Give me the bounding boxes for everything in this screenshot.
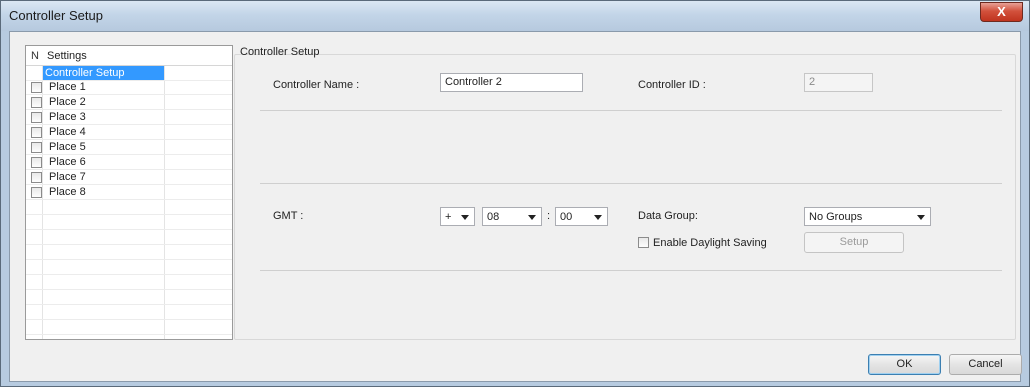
list-row-empty xyxy=(26,275,232,290)
divider xyxy=(260,183,1002,184)
close-icon: X xyxy=(997,4,1006,19)
place-checkbox[interactable] xyxy=(31,142,42,153)
place-checkbox[interactable] xyxy=(31,82,42,93)
list-item-place-8[interactable]: Place 8 xyxy=(26,185,232,200)
gmt-hours-select[interactable]: 08 xyxy=(482,207,542,226)
list-row-empty xyxy=(26,215,232,230)
dialog-client-area: N Settings Controller Setup Place 1 Plac… xyxy=(9,31,1022,382)
group-title: Controller Setup xyxy=(240,46,320,58)
list-item-controller-setup[interactable]: Controller Setup xyxy=(26,66,232,81)
data-group-value: No Groups xyxy=(809,211,863,223)
controller-setup-window: Controller Setup X N Settings Controller… xyxy=(0,0,1030,387)
data-group-select[interactable]: No Groups xyxy=(804,207,931,226)
daylight-saving-checkbox[interactable] xyxy=(638,237,649,248)
controller-setup-group xyxy=(234,54,1016,340)
divider xyxy=(260,110,1002,111)
controller-id-input: 2 xyxy=(804,73,873,92)
title-bar[interactable]: Controller Setup X xyxy=(1,1,1029,31)
place-checkbox[interactable] xyxy=(31,187,42,198)
list-item-place-2[interactable]: Place 2 xyxy=(26,95,232,110)
settings-list-body: Controller Setup Place 1 Place 2 Place 3… xyxy=(26,66,232,339)
gmt-colon: : xyxy=(547,210,551,222)
daylight-saving-label[interactable]: Enable Daylight Saving xyxy=(653,237,767,249)
chevron-down-icon xyxy=(528,215,536,220)
settings-list[interactable]: N Settings Controller Setup Place 1 Plac… xyxy=(25,45,233,340)
list-item-place-4[interactable]: Place 4 xyxy=(26,125,232,140)
cancel-button[interactable]: Cancel xyxy=(949,354,1022,375)
gmt-hours-value: 08 xyxy=(487,211,500,223)
list-item-label: Place 3 xyxy=(49,111,86,123)
list-item-label: Place 2 xyxy=(49,96,86,108)
data-group-label: Data Group: xyxy=(638,210,698,222)
list-row-empty xyxy=(26,290,232,305)
list-row-empty xyxy=(26,200,232,215)
place-checkbox[interactable] xyxy=(31,97,42,108)
controller-id-label: Controller ID : xyxy=(638,79,706,91)
list-item-place-6[interactable]: Place 6 xyxy=(26,155,232,170)
chevron-down-icon xyxy=(594,215,602,220)
list-item-label: Place 5 xyxy=(49,141,86,153)
list-row-empty xyxy=(26,245,232,260)
setup-button: Setup xyxy=(804,232,904,253)
place-checkbox[interactable] xyxy=(31,157,42,168)
list-row-empty xyxy=(26,320,232,335)
list-item-place-7[interactable]: Place 7 xyxy=(26,170,232,185)
list-item-label: Place 7 xyxy=(49,171,86,183)
list-item-place-1[interactable]: Place 1 xyxy=(26,80,232,95)
list-item-label: Place 8 xyxy=(49,186,86,198)
controller-name-label: Controller Name : xyxy=(273,79,360,91)
place-checkbox[interactable] xyxy=(31,172,42,183)
gmt-minutes-select[interactable]: 00 xyxy=(555,207,608,226)
gmt-sign-select[interactable]: + xyxy=(440,207,475,226)
gmt-minutes-value: 00 xyxy=(560,211,573,223)
list-item-label: Place 1 xyxy=(49,81,86,93)
column-marker: N xyxy=(31,50,39,62)
list-item-label: Place 6 xyxy=(49,156,86,168)
chevron-down-icon xyxy=(461,215,469,220)
place-checkbox[interactable] xyxy=(31,127,42,138)
list-row-empty xyxy=(26,260,232,275)
list-item-label: Place 4 xyxy=(49,126,86,138)
settings-column-header[interactable]: Settings xyxy=(47,50,87,62)
gmt-sign-value: + xyxy=(445,211,452,223)
controller-name-input[interactable]: Controller 2 xyxy=(440,73,583,92)
settings-list-header: N Settings xyxy=(26,46,232,66)
chevron-down-icon xyxy=(917,215,925,220)
gmt-label: GMT : xyxy=(273,210,304,222)
place-checkbox[interactable] xyxy=(31,112,42,123)
list-item-place-3[interactable]: Place 3 xyxy=(26,110,232,125)
list-item-place-5[interactable]: Place 5 xyxy=(26,140,232,155)
list-item-label: Controller Setup xyxy=(45,67,125,79)
list-row-empty xyxy=(26,305,232,320)
window-title: Controller Setup xyxy=(9,8,103,23)
divider xyxy=(260,270,1002,271)
list-row-empty xyxy=(26,230,232,245)
ok-button[interactable]: OK xyxy=(868,354,941,375)
close-button[interactable]: X xyxy=(980,2,1023,22)
